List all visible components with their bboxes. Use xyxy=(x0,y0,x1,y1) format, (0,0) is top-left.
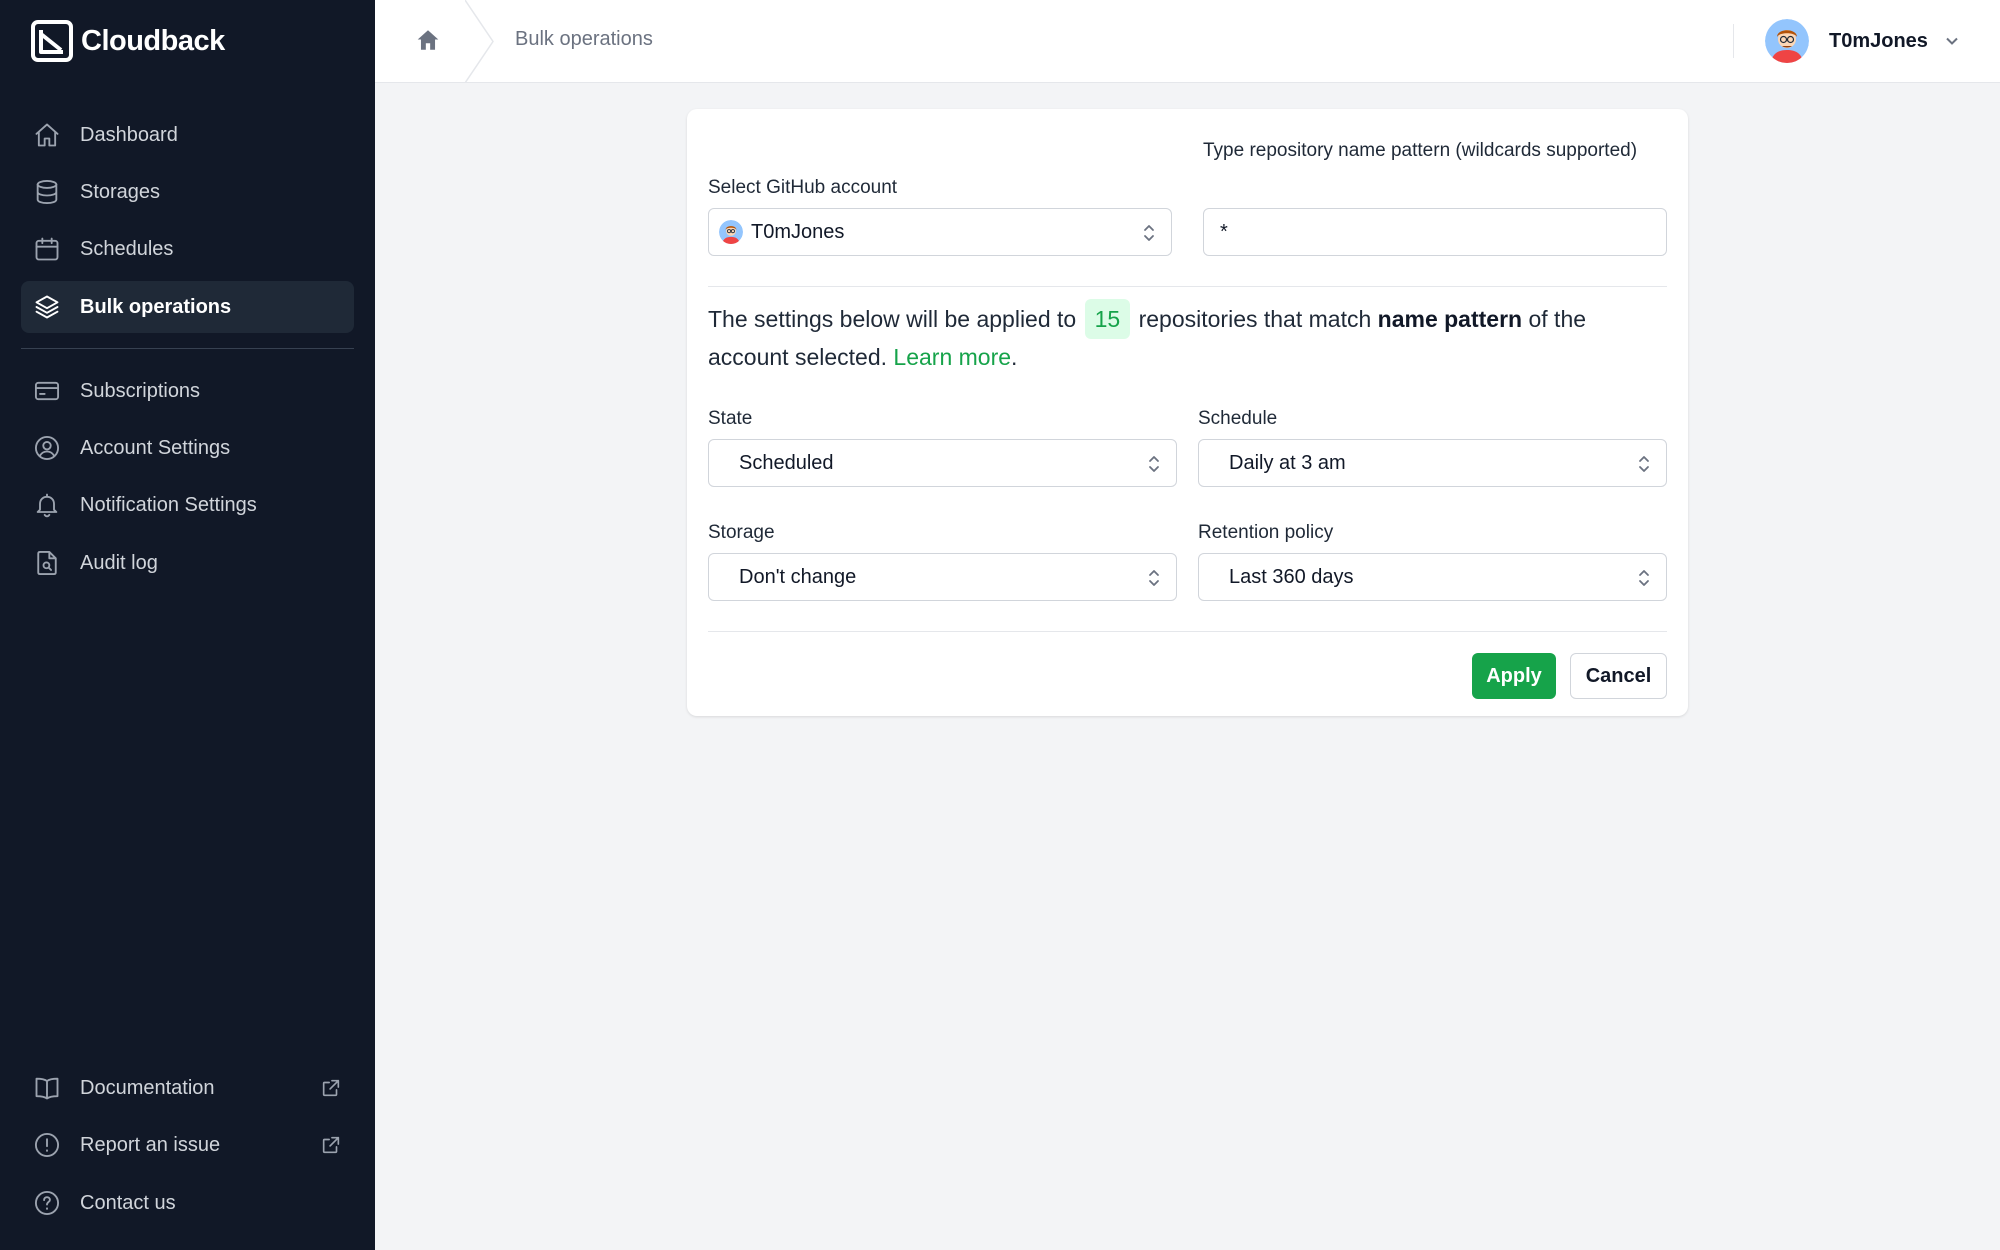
repository-pattern-input[interactable] xyxy=(1203,208,1667,256)
sidebar-item-bulk-operations[interactable]: Bulk operations xyxy=(21,281,354,333)
state-select[interactable]: Scheduled xyxy=(708,439,1177,487)
pattern-input-label: Type repository name pattern (wildcards … xyxy=(1203,140,1638,161)
home-icon[interactable] xyxy=(415,27,445,57)
learn-more-link[interactable]: Learn more xyxy=(893,344,1011,370)
divider xyxy=(708,286,1667,287)
sidebar-item-contact-us[interactable]: Contact us xyxy=(21,1177,354,1229)
sidebar-item-label: Storages xyxy=(80,180,161,203)
retention-select-value: Last 360 days xyxy=(1229,565,1354,588)
info-end: . xyxy=(1011,344,1018,370)
selector-icon xyxy=(1141,220,1157,246)
retention-label: Retention policy xyxy=(1198,522,1334,543)
info-middle: repositories that match xyxy=(1138,306,1372,332)
layers-icon xyxy=(33,293,61,321)
github-account-select[interactable]: T0mJones xyxy=(708,208,1172,256)
home-icon xyxy=(33,121,61,149)
question-circle-icon xyxy=(33,1189,61,1217)
sidebar-item-schedules[interactable]: Schedules xyxy=(21,223,354,275)
schedule-label: Schedule xyxy=(1198,408,1278,429)
book-icon xyxy=(33,1074,61,1102)
top-header: Bulk operations T0mJones xyxy=(375,0,2000,84)
credit-card-icon xyxy=(33,377,61,405)
selector-icon xyxy=(1636,451,1652,477)
sidebar-divider xyxy=(21,348,354,349)
info-prefix: The settings below will be applied to xyxy=(708,306,1077,332)
storage-select-value: Don't change xyxy=(739,565,857,588)
external-link-icon xyxy=(320,1077,342,1099)
sidebar-item-label: Notification Settings xyxy=(80,493,257,516)
breadcrumb[interactable]: Bulk operations xyxy=(515,28,653,51)
selector-icon xyxy=(1146,451,1162,477)
apply-button[interactable]: Apply xyxy=(1472,653,1556,699)
storage-label: Storage xyxy=(708,522,775,543)
exclamation-circle-icon xyxy=(33,1131,61,1159)
sidebar-item-label: Report an issue xyxy=(80,1133,221,1156)
cloudback-logo-icon xyxy=(31,20,73,62)
app-name: Cloudback xyxy=(81,24,225,57)
sidebar-item-documentation[interactable]: Documentation xyxy=(21,1062,354,1114)
info-emphasis: name pattern xyxy=(1377,306,1523,332)
sidebar-item-report-issue[interactable]: Report an issue xyxy=(21,1119,354,1171)
state-select-value: Scheduled xyxy=(739,451,834,474)
schedule-select[interactable]: Daily at 3 am xyxy=(1198,439,1667,487)
state-label: State xyxy=(708,408,753,429)
sidebar-item-notification-settings[interactable]: Notification Settings xyxy=(21,479,354,531)
cancel-button[interactable]: Cancel xyxy=(1570,653,1667,699)
sidebar-item-label: Account Settings xyxy=(80,436,231,459)
bell-icon xyxy=(33,491,61,519)
repository-count-badge: 15 xyxy=(1084,299,1131,339)
bulk-operations-card: Select GitHub account T0mJones Type repo… xyxy=(687,109,1688,716)
calendar-icon xyxy=(33,235,61,263)
sidebar-item-label: Bulk operations xyxy=(80,295,232,318)
user-name: T0mJones xyxy=(1829,29,1928,52)
sidebar-item-subscriptions[interactable]: Subscriptions xyxy=(21,365,354,417)
database-icon xyxy=(33,178,61,206)
app-logo[interactable]: Cloudback xyxy=(31,20,225,62)
account-avatar xyxy=(719,220,743,244)
external-link-icon xyxy=(320,1134,342,1156)
sidebar-item-label: Schedules xyxy=(80,237,174,260)
user-circle-icon xyxy=(33,434,61,462)
account-select-label: Select GitHub account xyxy=(708,177,898,198)
sidebar-item-dashboard[interactable]: Dashboard xyxy=(21,109,354,161)
breadcrumb-separator-icon xyxy=(464,0,495,84)
sidebar-item-label: Documentation xyxy=(80,1076,215,1099)
avatar xyxy=(1765,19,1809,63)
sidebar-item-label: Subscriptions xyxy=(80,379,201,402)
sidebar-item-label: Contact us xyxy=(80,1191,176,1214)
chevron-down-icon xyxy=(1942,31,1962,51)
sidebar-item-storages[interactable]: Storages xyxy=(21,166,354,218)
sidebar: Cloudback Dashboard Storages Schedules B… xyxy=(0,0,375,1250)
document-search-icon xyxy=(33,549,61,577)
account-select-value: T0mJones xyxy=(751,220,845,243)
bulk-info-text: The settings below will be applied to 15… xyxy=(708,299,1648,375)
selector-icon xyxy=(1146,565,1162,591)
divider xyxy=(708,631,1667,632)
sidebar-item-audit-log[interactable]: Audit log xyxy=(21,537,354,589)
retention-policy-select[interactable]: Last 360 days xyxy=(1198,553,1667,601)
storage-select[interactable]: Don't change xyxy=(708,553,1177,601)
selector-icon xyxy=(1636,565,1652,591)
sidebar-item-label: Dashboard xyxy=(80,123,178,146)
header-divider xyxy=(1733,24,1734,58)
sidebar-item-label: Audit log xyxy=(80,551,158,574)
user-menu[interactable]: T0mJones xyxy=(1765,18,1962,64)
schedule-select-value: Daily at 3 am xyxy=(1229,451,1346,474)
sidebar-item-account-settings[interactable]: Account Settings xyxy=(21,422,354,474)
